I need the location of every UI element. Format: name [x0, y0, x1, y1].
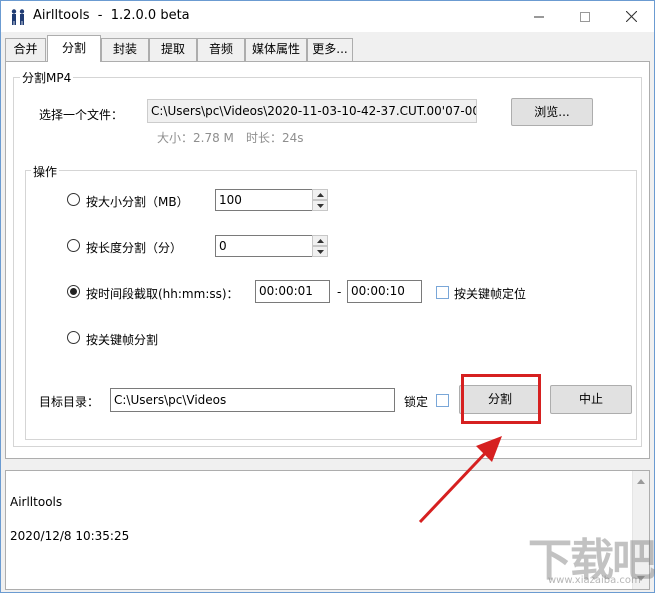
- split-by-size-radio[interactable]: [67, 193, 80, 206]
- file-duration-text: 时长：24s: [246, 131, 304, 145]
- highlight-box: [461, 374, 541, 424]
- split-by-time-label: 按时间段截取(hh:mm:ss)：: [86, 287, 239, 301]
- browse-button[interactable]: 浏览...: [511, 98, 593, 126]
- tab-audio[interactable]: 音频: [197, 38, 245, 61]
- operations-group-title: 操作: [31, 163, 60, 180]
- length-stepper[interactable]: [312, 235, 328, 257]
- tab-extract[interactable]: 提取: [149, 38, 197, 61]
- keyframe-position-checkbox[interactable]: [436, 286, 449, 299]
- log-line-app: Airlltools: [10, 495, 63, 509]
- split-tab-panel: 分割MP4 选择一个文件： C:\Users\pc\Videos\2020-11…: [5, 61, 650, 459]
- tab-split[interactable]: 分割: [47, 35, 101, 62]
- size-stepper[interactable]: [312, 189, 328, 211]
- keyframe-position-label: 按关键帧定位: [454, 287, 527, 301]
- size-stepper-up[interactable]: [312, 189, 328, 200]
- file-path-field[interactable]: C:\Users\pc\Videos\2020-11-03-10-42-37.C…: [147, 99, 477, 123]
- split-by-length-label: 按长度分割（分）: [86, 241, 183, 255]
- start-time-input[interactable]: 00:00:01: [255, 280, 330, 303]
- app-icon: [11, 9, 25, 25]
- target-dir-input[interactable]: C:\Users\pc\Videos: [110, 388, 395, 412]
- split-by-length-radio[interactable]: [67, 239, 80, 252]
- split-by-keyframe-label: 按关键帧分割: [86, 333, 159, 347]
- file-size-text: 大小：2.78 M: [157, 131, 234, 145]
- window-title: Airlltools - 1.2.0.0 beta: [33, 8, 190, 23]
- close-icon: [625, 11, 637, 22]
- size-stepper-down[interactable]: [312, 200, 328, 211]
- watermark-url: www.xiazaiba.com: [548, 575, 641, 586]
- split-by-time-radio[interactable]: [67, 285, 80, 298]
- split-mp4-group-title: 分割MP4: [20, 69, 74, 86]
- tab-more[interactable]: 更多...: [307, 38, 353, 61]
- end-time-input[interactable]: 00:00:10: [347, 280, 422, 303]
- caret-up-icon: [316, 238, 324, 243]
- length-stepper-up[interactable]: [312, 235, 328, 246]
- minimize-icon: [534, 16, 544, 17]
- lock-label: 锁定: [404, 395, 429, 409]
- log-line-timestamp: 2020/12/8 10:35:25: [10, 529, 130, 543]
- lock-checkbox[interactable]: [436, 394, 449, 407]
- scroll-up-icon[interactable]: [637, 479, 645, 484]
- caret-up-icon: [316, 192, 324, 197]
- split-by-keyframe-radio[interactable]: [67, 331, 80, 344]
- length-stepper-down[interactable]: [312, 246, 328, 257]
- tab-merge[interactable]: 合并: [5, 38, 46, 61]
- app-window: Airlltools - 1.2.0.0 beta 合并 分割 封装 提取 音频…: [0, 0, 655, 593]
- caret-down-icon: [316, 249, 324, 254]
- maximize-icon: [580, 11, 590, 22]
- stop-button[interactable]: 中止: [550, 385, 632, 414]
- file-label: 选择一个文件：: [39, 108, 124, 122]
- tab-package[interactable]: 封装: [101, 38, 149, 61]
- title-bar[interactable]: Airlltools - 1.2.0.0 beta: [1, 1, 654, 32]
- close-button[interactable]: [608, 1, 654, 32]
- tab-media-properties[interactable]: 媒体属性: [245, 38, 307, 61]
- time-separator: -: [337, 285, 342, 299]
- maximize-button[interactable]: [562, 1, 608, 32]
- caret-down-icon: [316, 203, 324, 208]
- target-dir-label: 目标目录：: [39, 395, 100, 409]
- arrow-annotation-icon: [418, 436, 502, 524]
- minimize-button[interactable]: [516, 1, 562, 32]
- split-by-size-label: 按大小分割（MB）: [86, 195, 189, 209]
